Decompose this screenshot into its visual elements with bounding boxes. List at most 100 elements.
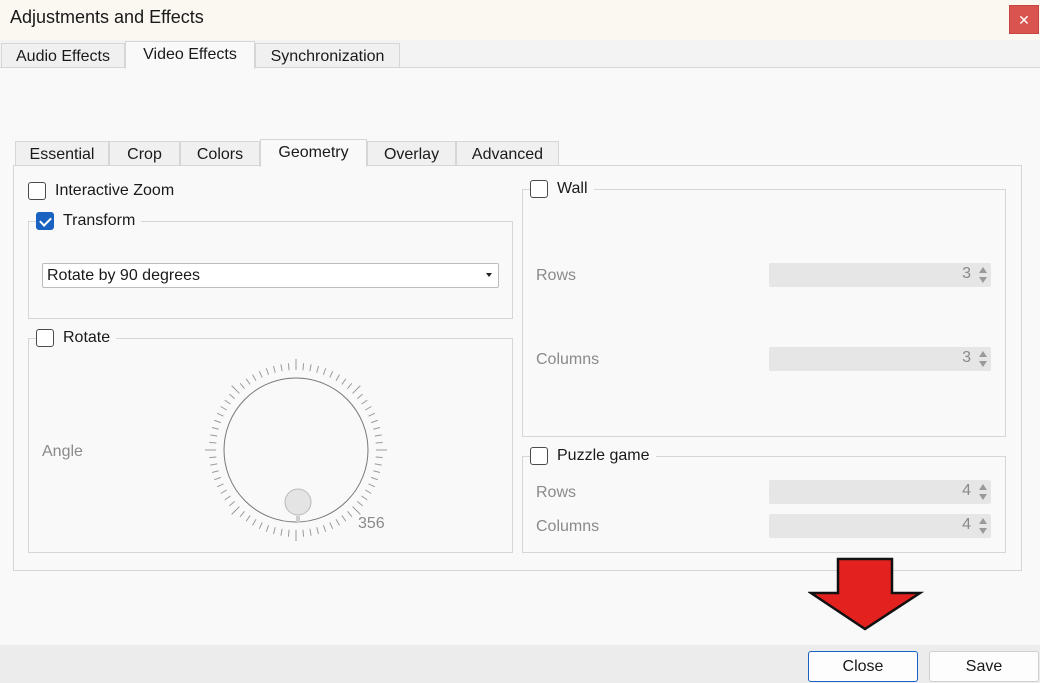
transform-select[interactable]: Rotate by 90 degrees bbox=[42, 263, 499, 288]
dial-tick bbox=[287, 363, 290, 371]
dial-tick bbox=[265, 368, 270, 375]
dial-tick bbox=[211, 470, 219, 474]
wall-columns-spinbox[interactable]: 3 bbox=[769, 347, 991, 371]
dial-tick bbox=[280, 364, 283, 372]
wall-checkbox[interactable] bbox=[530, 180, 548, 198]
interactive-zoom-checkbox[interactable] bbox=[28, 182, 46, 200]
puzzle-rows-value: 4 bbox=[962, 482, 971, 499]
tab-essential[interactable]: Essential bbox=[15, 141, 109, 166]
puzzle-checkbox[interactable] bbox=[530, 447, 548, 465]
dial-tick bbox=[361, 495, 368, 501]
angle-label: Angle bbox=[42, 443, 83, 460]
tab-video-effects[interactable]: Video Effects bbox=[125, 41, 255, 69]
dial-tick bbox=[211, 426, 219, 430]
dial-tick bbox=[329, 522, 334, 530]
save-button[interactable]: Save bbox=[929, 651, 1039, 682]
tab-synchronization[interactable]: Synchronization bbox=[255, 43, 400, 68]
dial-tick bbox=[209, 441, 217, 444]
dial-tick bbox=[347, 383, 353, 390]
dial-tick bbox=[309, 364, 312, 372]
puzzle-group bbox=[522, 456, 1006, 553]
dial-tick bbox=[239, 510, 245, 517]
dial-tick bbox=[258, 370, 263, 378]
dial-tick bbox=[322, 525, 327, 532]
dial-tick bbox=[322, 368, 327, 375]
wall-columns-label: Columns bbox=[536, 351, 600, 368]
tab-colors[interactable]: Colors bbox=[180, 141, 260, 166]
dial-tick bbox=[361, 399, 368, 405]
dial-tick bbox=[239, 383, 245, 390]
wall-label: Wall bbox=[557, 180, 588, 197]
rotate-row[interactable]: Rotate bbox=[36, 329, 117, 347]
dial-tick bbox=[375, 456, 383, 459]
interactive-zoom-row[interactable]: Interactive Zoom bbox=[28, 182, 181, 200]
dial-tick bbox=[220, 489, 227, 494]
dial-tick bbox=[214, 476, 221, 481]
close-button[interactable]: Close bbox=[808, 651, 918, 682]
spin-up-icon[interactable] bbox=[979, 484, 987, 490]
dial-tick bbox=[374, 463, 382, 466]
dial-tick bbox=[216, 483, 224, 488]
spin-down-icon[interactable] bbox=[979, 277, 987, 283]
dial-tick bbox=[229, 393, 236, 399]
transform-checkbox[interactable] bbox=[36, 212, 54, 230]
dial-tick bbox=[252, 374, 257, 381]
dial-tick bbox=[356, 393, 363, 399]
dial-tick bbox=[216, 412, 224, 417]
wall-row[interactable]: Wall bbox=[530, 180, 594, 198]
tab-audio-effects[interactable]: Audio Effects bbox=[1, 43, 125, 68]
spin-down-icon[interactable] bbox=[979, 528, 987, 534]
dial-tick bbox=[265, 525, 270, 532]
dial-tick bbox=[356, 501, 363, 507]
spin-up-icon[interactable] bbox=[979, 518, 987, 524]
puzzle-rows-label: Rows bbox=[536, 484, 577, 501]
dial-tick bbox=[335, 519, 340, 526]
dial-tick bbox=[329, 370, 334, 378]
dial-tick bbox=[258, 522, 263, 530]
tab-advanced[interactable]: Advanced bbox=[456, 141, 559, 166]
dial-tick bbox=[224, 495, 231, 501]
puzzle-columns-value: 4 bbox=[962, 516, 971, 533]
transform-select-value: Rotate by 90 degrees bbox=[47, 267, 200, 284]
window-title: Adjustments and Effects bbox=[10, 7, 204, 27]
wall-rows-spinbox[interactable]: 3 bbox=[769, 263, 991, 287]
dial-tick bbox=[373, 470, 381, 474]
angle-value: 356 bbox=[358, 515, 385, 532]
dial-tick bbox=[210, 434, 218, 437]
adjustments-dialog: Adjustments and Effects ✕ Audio Effects … bbox=[0, 0, 1040, 683]
puzzle-columns-label: Columns bbox=[536, 518, 600, 535]
dial-tick bbox=[220, 406, 227, 411]
spin-up-icon[interactable] bbox=[979, 267, 987, 273]
dial-tick bbox=[316, 527, 320, 535]
dial-tick bbox=[374, 434, 382, 437]
window-close-button[interactable]: ✕ bbox=[1009, 5, 1039, 34]
tab-geometry[interactable]: Geometry bbox=[260, 139, 367, 167]
spin-down-icon[interactable] bbox=[979, 494, 987, 500]
tab-overlay[interactable]: Overlay bbox=[367, 141, 456, 166]
spin-up-icon[interactable] bbox=[979, 351, 987, 357]
dial-tick bbox=[341, 515, 347, 522]
dial-tick bbox=[229, 501, 236, 507]
dial-tick bbox=[231, 385, 240, 394]
rotate-checkbox[interactable] bbox=[36, 329, 54, 347]
dial-tick bbox=[335, 374, 340, 381]
transform-row[interactable]: Transform bbox=[36, 212, 142, 230]
puzzle-columns-spinbox[interactable]: 4 bbox=[769, 514, 991, 538]
dial-tick bbox=[272, 527, 276, 535]
dial-tick bbox=[209, 456, 217, 459]
dial-tick bbox=[352, 506, 361, 515]
dial-tick bbox=[352, 385, 361, 394]
dial-tick bbox=[231, 506, 240, 515]
puzzle-rows-spinbox[interactable]: 4 bbox=[769, 480, 991, 504]
dial-tick bbox=[224, 399, 231, 405]
spin-down-icon[interactable] bbox=[979, 361, 987, 367]
puzzle-row[interactable]: Puzzle game bbox=[530, 447, 656, 465]
wall-rows-label: Rows bbox=[536, 267, 577, 284]
dial-tick bbox=[368, 483, 376, 488]
interactive-zoom-label: Interactive Zoom bbox=[55, 182, 175, 199]
tab-crop[interactable]: Crop bbox=[109, 141, 180, 166]
dial-tick bbox=[341, 378, 347, 385]
dial-tick bbox=[245, 515, 251, 522]
rotate-label: Rotate bbox=[63, 329, 111, 346]
dial-tick bbox=[375, 441, 383, 444]
